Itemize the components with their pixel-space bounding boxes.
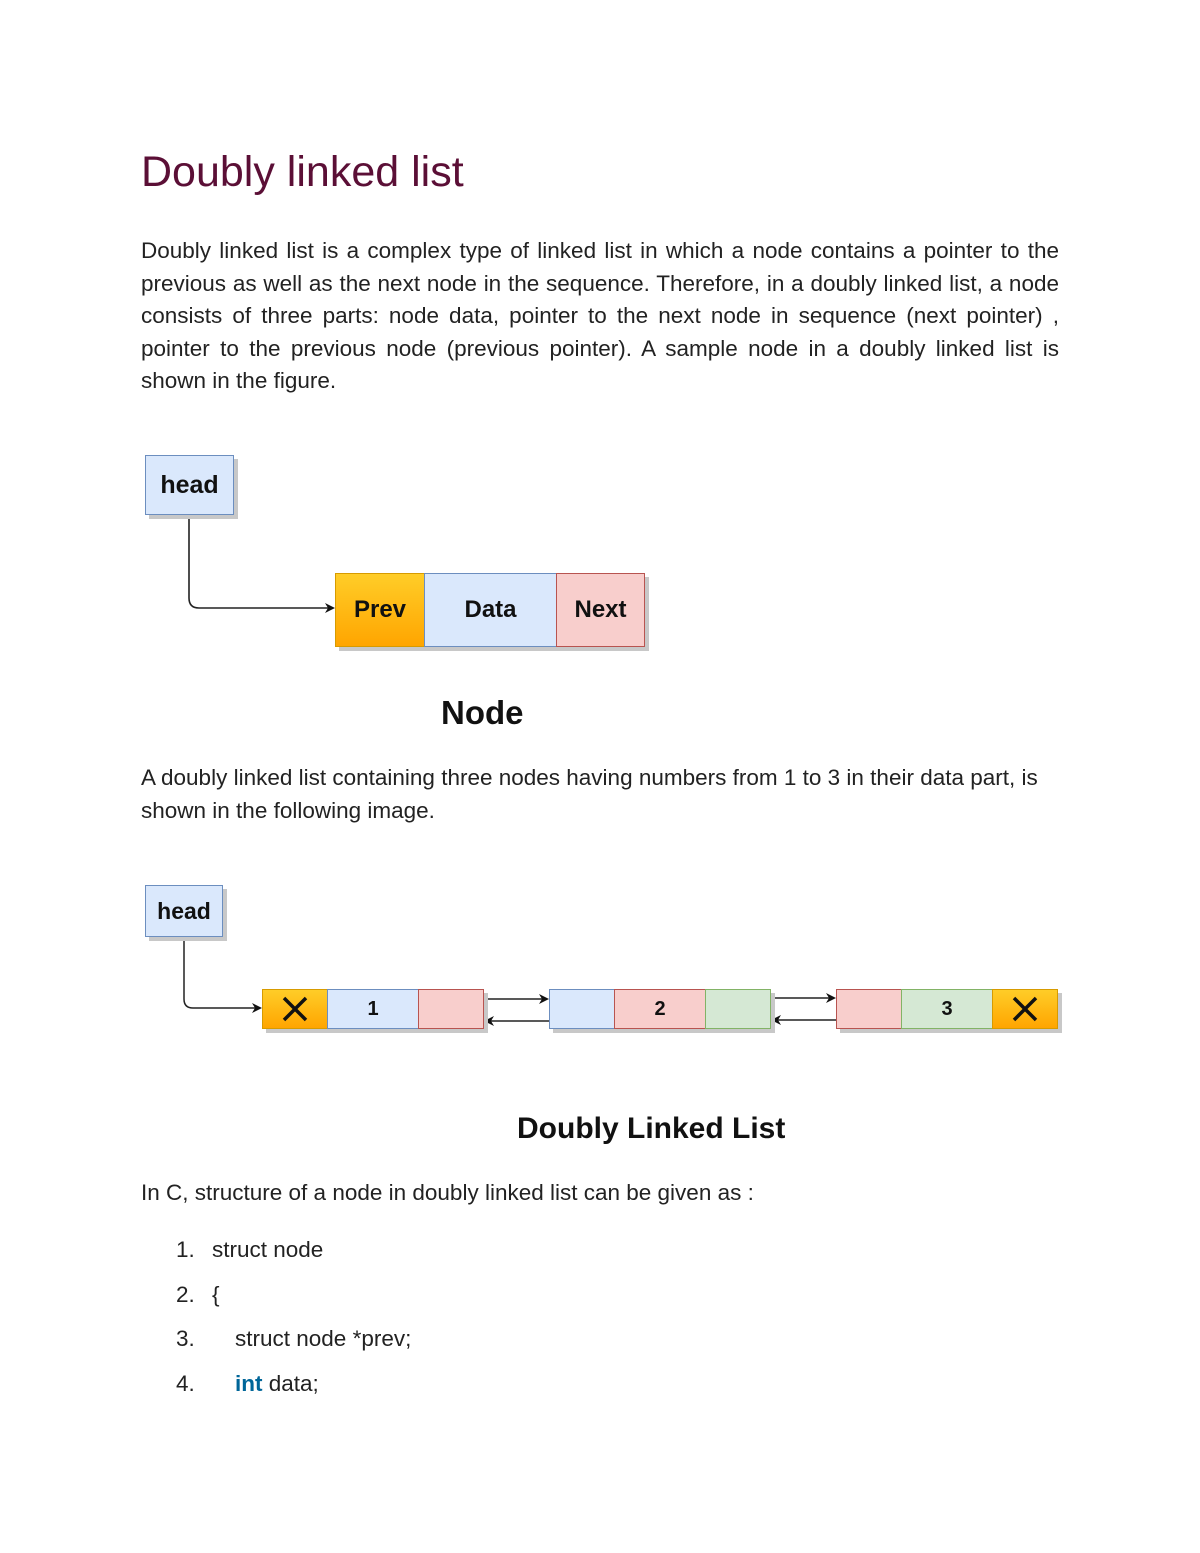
node3-next-null [992,989,1058,1029]
code-text: { [212,1281,220,1307]
code-text: data; [262,1370,319,1396]
keyword-int: int [235,1370,263,1396]
code-line: 4. int data; [176,1366,411,1411]
line-number: 3. [176,1326,195,1351]
code-text: struct node [212,1237,324,1262]
node3-data: 3 [901,989,993,1029]
node3-prev [836,989,902,1029]
third-paragraph: In C, structure of a node in doubly link… [141,1180,754,1205]
node2-data: 2 [614,989,706,1029]
null-x-icon [1012,996,1038,1022]
node2-next [705,989,771,1029]
code-listing: 1. struct node 2. { 3. struct node *prev… [176,1232,411,1410]
figure2-caption: Doubly Linked List [517,1112,786,1145]
code-line: 2. { [176,1277,411,1322]
node1-data: 1 [327,989,419,1029]
line-number: 2. [176,1281,195,1307]
code-line: 1. struct node [176,1232,411,1277]
code-text: struct node *prev; [235,1326,412,1351]
code-text-wrapper: int data; [212,1366,319,1411]
head-box: head [145,885,223,937]
line-number: 4. [176,1370,195,1396]
node1-prev-null [262,989,328,1029]
code-line: 3. struct node *prev; [176,1321,411,1366]
node2-prev [549,989,615,1029]
node1-next [418,989,484,1029]
line-number: 1. [176,1237,195,1262]
null-x-icon [282,996,308,1022]
